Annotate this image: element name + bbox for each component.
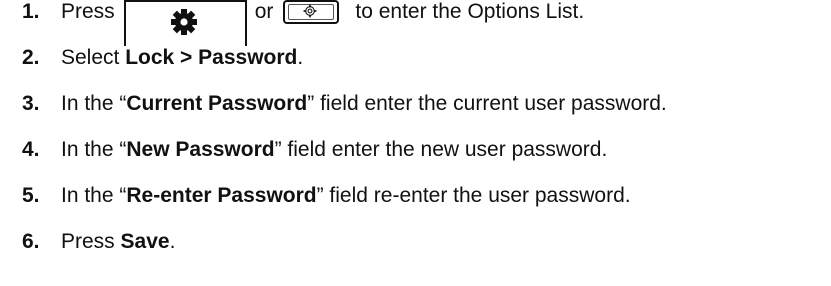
field-name-label: New Password (126, 138, 275, 161)
step-text-before: In the “ (61, 92, 127, 115)
step-text: In the “ Current Password ” field enter … (61, 91, 667, 117)
action-label: Save (120, 230, 170, 253)
step-text: Press or to enter the Options List. (61, 0, 585, 46)
step-text-after: . (169, 230, 176, 253)
menu-path-label: Lock > Password (125, 46, 298, 69)
step-number: 2. (22, 46, 40, 69)
step-text-middle: or (254, 0, 274, 23)
step-number: 6. (22, 230, 40, 253)
step-number: 3. (22, 92, 40, 115)
step-text: In the “ New Password ” field enter the … (61, 137, 607, 163)
step-number: 4. (22, 138, 40, 161)
step-number: 5. (22, 184, 40, 207)
step-text-before: Press (61, 230, 121, 253)
step-text: Press Save . (61, 229, 175, 255)
instruction-steps: 1. Press or to enter the Options List. 2… (0, 0, 831, 286)
step-text-before: In the “ (61, 138, 127, 161)
step-text: Select Lock > Password . (61, 45, 303, 71)
step-text-before: In the “ (61, 184, 127, 207)
field-name-label: Re-enter Password (126, 184, 317, 207)
step-text-before: Select (61, 46, 126, 69)
gear-button-icon (283, 0, 340, 24)
field-name-label: Current Password (126, 92, 308, 115)
step-text-after: ” field enter the new user password. (274, 138, 608, 161)
step-text-after: . (297, 46, 304, 69)
step-text-after: to enter the Options List. (355, 0, 585, 23)
step-text-after: ” field enter the current user password. (307, 92, 667, 115)
step-number: 1. (22, 0, 40, 23)
step-text-after: ” field re-enter the user password. (316, 184, 631, 207)
step-text-before: Press (61, 0, 115, 23)
step-text: In the “ Re-enter Password ” field re-en… (61, 183, 631, 209)
gear-key-icon (123, 0, 247, 46)
